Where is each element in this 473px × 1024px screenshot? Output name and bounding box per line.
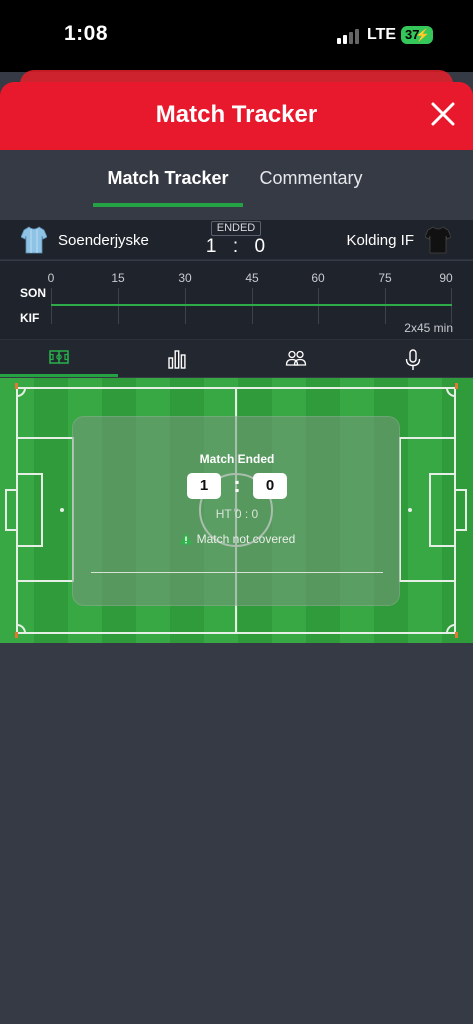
tab-commentary-audio[interactable] [354,340,472,378]
overlay-divider [91,572,383,573]
match-ended-title: Match Ended [199,452,275,466]
active-icon-tab-indicator [0,374,118,377]
timeline-gridline [385,288,386,324]
timeline-gridline [118,288,119,324]
icon-tabs [0,339,473,377]
score-header: Soenderjyske ENDED 1 : 0 Kolding IF [0,220,473,260]
home-jersey-icon [21,226,47,254]
tab-lineups[interactable] [236,340,354,378]
status-time: 1:08 [64,22,109,45]
battery-icon: 37 ⚡ [401,26,433,44]
timeline-tick: 90 [439,271,453,285]
score-separator: : [232,236,240,257]
halftime-score: HT 0 : 0 [215,507,259,521]
network-label: LTE [367,26,397,43]
home-team-name: Soenderjyske [58,232,149,249]
timeline-tick: 75 [378,271,392,285]
coverage-note-text: Match not covered [196,532,296,546]
status-bar: 1:08 LTE 37 ⚡ [0,0,473,72]
overlay-score-separator: : [233,472,241,497]
timeline-tick: 0 [47,271,55,285]
tabs-bar: Match Tracker Commentary [0,150,473,220]
stats-icon [168,350,186,369]
timeline-gridline [252,288,253,324]
timeline-gridline [185,288,186,324]
page-title: Match Tracker [155,101,318,128]
timeline-tick: 30 [178,271,192,285]
timeline-gridline [51,288,52,324]
away-team-abbr: KIF [20,311,40,325]
away-jersey-icon [425,226,451,254]
coverage-note: Match not covered [73,532,401,546]
microphone-icon [405,349,421,370]
overlay-away-score: 0 [253,473,287,499]
match-ended-card: Match Ended 1 : 0 HT 0 : 0 Match not cov… [72,416,400,606]
timeline-tick: 45 [245,271,259,285]
signal-icon [337,28,361,44]
modal-header: Match Tracker [0,82,473,150]
close-icon[interactable] [427,98,459,130]
active-tab-indicator [93,203,243,207]
tab-match-tracker[interactable]: Match Tracker [93,168,243,189]
match-status-badge: ENDED [211,221,261,236]
home-score: 1 [205,236,218,257]
tab-stats[interactable] [118,340,236,378]
tab-commentary[interactable]: Commentary [250,168,372,189]
lineups-icon [285,350,307,366]
match-duration: 2x45 min [404,321,453,335]
match-timeline: 0 15 30 45 60 75 90 SON KIF 2x45 min [0,261,473,339]
overlay-home-score: 1 [187,473,221,499]
timeline-tick: 15 [111,271,125,285]
pitch-icon [49,350,69,364]
timeline-tick: 60 [311,271,325,285]
home-team-abbr: SON [20,286,47,300]
timeline-gridline [318,288,319,324]
away-score: 0 [254,236,267,257]
timeline-gridline [451,288,452,324]
tab-pitch[interactable] [0,340,118,378]
timeline-baseline [51,304,452,306]
warning-icon [179,532,193,545]
match-score: 1 : 0 [200,236,272,258]
away-team-name: Kolding IF [346,232,414,249]
